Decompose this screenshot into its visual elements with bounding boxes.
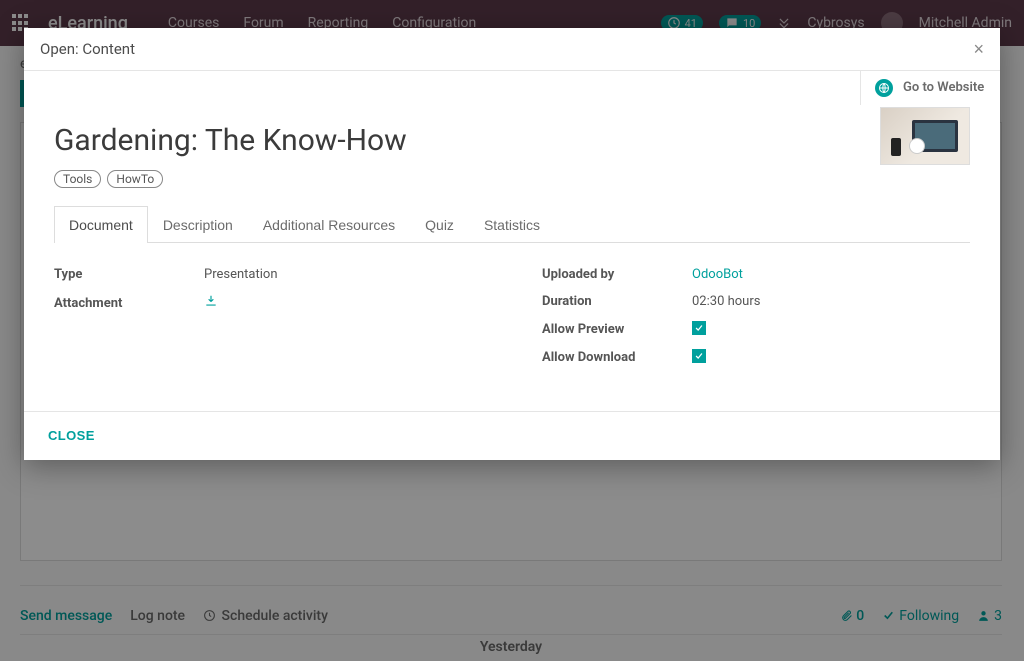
value-uploaded-by[interactable]: OdooBot: [692, 267, 743, 282]
label-allow-preview: Allow Preview: [542, 322, 692, 337]
record-title: Gardening: The Know-How: [54, 123, 970, 158]
tabs: Document Description Additional Resource…: [54, 206, 970, 243]
modal-footer: CLOSE: [24, 411, 1000, 460]
field-allow-preview: Allow Preview: [542, 315, 970, 343]
tag-tools[interactable]: Tools: [54, 170, 101, 188]
field-attachment: Attachment: [54, 288, 482, 318]
field-uploaded-by: Uploaded by OdooBot: [542, 261, 970, 288]
form-col-right: Uploaded by OdooBot Duration 02:30 hours…: [542, 261, 970, 371]
value-type: Presentation: [204, 267, 278, 282]
label-type: Type: [54, 267, 204, 282]
value-allow-preview[interactable]: [692, 321, 706, 337]
globe-icon: [875, 79, 893, 97]
close-button[interactable]: CLOSE: [48, 428, 95, 443]
modal-topstrip: Go to Website: [24, 70, 1000, 105]
label-allow-download: Allow Download: [542, 350, 692, 365]
modal-header: Open: Content ×: [24, 28, 1000, 70]
value-allow-download[interactable]: [692, 349, 706, 365]
go-to-website-button[interactable]: Go to Website: [860, 71, 1000, 105]
record-thumbnail: [880, 107, 970, 165]
tab-description[interactable]: Description: [148, 206, 248, 243]
attachment-download-button[interactable]: [204, 294, 218, 312]
label-duration: Duration: [542, 294, 692, 309]
field-duration: Duration 02:30 hours: [542, 288, 970, 315]
checkbox-checked-icon: [692, 321, 706, 335]
checkbox-checked-icon: [692, 349, 706, 363]
label-uploaded-by: Uploaded by: [542, 267, 692, 282]
close-icon: ×: [973, 39, 984, 59]
label-attachment: Attachment: [54, 296, 204, 311]
form-col-left: Type Presentation Attachment: [54, 261, 482, 371]
record-tags: Tools HowTo: [54, 170, 970, 188]
field-type: Type Presentation: [54, 261, 482, 288]
tab-quiz[interactable]: Quiz: [410, 206, 469, 243]
tab-statistics[interactable]: Statistics: [469, 206, 555, 243]
content-modal: Open: Content × Go to Website Gardening:…: [24, 28, 1000, 460]
tab-document[interactable]: Document: [54, 206, 148, 243]
document-form: Type Presentation Attachment Uploaded by…: [54, 261, 970, 371]
tag-howto[interactable]: HowTo: [107, 170, 163, 188]
tab-additional-resources[interactable]: Additional Resources: [248, 206, 410, 243]
modal-title: Open: Content: [40, 40, 135, 58]
download-icon: [204, 294, 218, 308]
modal-close-button[interactable]: ×: [973, 40, 984, 58]
field-allow-download: Allow Download: [542, 343, 970, 371]
modal-body: Gardening: The Know-How Tools HowTo Docu…: [24, 105, 1000, 411]
value-duration: 02:30 hours: [692, 294, 760, 309]
go-to-website-label: Go to Website: [903, 80, 984, 96]
